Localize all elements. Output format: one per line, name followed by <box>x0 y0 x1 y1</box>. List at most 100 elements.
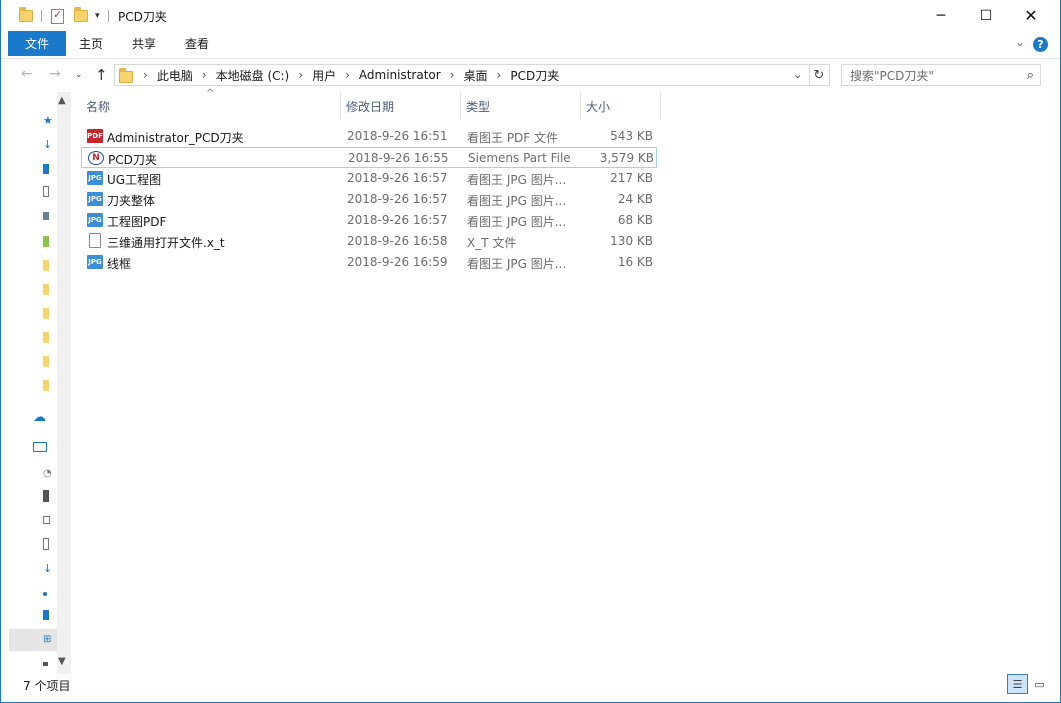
file-size: 543 KB <box>610 129 653 143</box>
file-date: 2018-9-26 16:57 <box>347 192 448 206</box>
large-icons-view-button[interactable]: ▭ <box>1029 674 1050 694</box>
jpg-icon: JPG <box>87 255 103 269</box>
column-header-date[interactable]: 修改日期 <box>341 92 461 120</box>
column-header-size[interactable]: 大小 <box>581 92 661 120</box>
document-icon[interactable] <box>43 186 49 197</box>
file-type: 看图王 PDF 文件 <box>467 131 559 145</box>
properties-icon[interactable] <box>51 8 64 24</box>
breadcrumb-current-folder[interactable]: PCD刀夹 <box>510 67 559 84</box>
customize-toolbar-icon[interactable]: ▾ <box>95 11 100 21</box>
nav-scrollbar[interactable] <box>57 92 71 674</box>
pictures-icon[interactable] <box>43 212 49 220</box>
desktop-icon[interactable] <box>43 164 49 174</box>
drive-icon[interactable] <box>43 236 49 247</box>
details-view-button[interactable]: ☰ <box>1007 674 1028 694</box>
file-row[interactable]: 三维通用打开文件.x_t 2018-9-26 16:58 X_T 文件 130 … <box>81 231 657 252</box>
chevron-right-icon[interactable]: › <box>298 68 303 82</box>
file-row[interactable]: PDF Administrator_PCD刀夹 2018-9-26 16:51 … <box>81 126 657 147</box>
file-row[interactable]: JPG 线框 2018-9-26 16:59 看图王 JPG 图片... 16 … <box>81 252 657 273</box>
drive-icon[interactable] <box>43 662 48 666</box>
tab-view[interactable]: 查看 <box>175 31 219 56</box>
file-size: 16 KB <box>617 255 653 269</box>
help-icon[interactable]: ? <box>1033 37 1048 52</box>
file-size: 3,579 KB <box>599 151 654 165</box>
breadcrumb-desktop[interactable]: 桌面 <box>464 67 488 84</box>
address-bar[interactable]: › 此电脑 › 本地磁盘 (C:) › 用户 › Administrator ›… <box>114 64 810 86</box>
refresh-button[interactable]: ↻ <box>809 64 830 86</box>
column-header-name[interactable]: 名称 <box>81 92 341 120</box>
folder-icon[interactable] <box>43 260 49 271</box>
navigation-pane[interactable]: ★ ↓ ☁ ◔ ↓ ⊞ ▲ ▼ <box>9 92 71 674</box>
explorer-window: ▾ PCD刀夹 ─ ☐ ✕ 文件 主页 共享 查看 ⌄ ? ← → ⌄ ↑ › … <box>0 0 1061 703</box>
folder-icon[interactable] <box>43 380 49 391</box>
download-icon[interactable]: ↓ <box>43 138 53 151</box>
chevron-right-icon[interactable]: › <box>143 68 148 82</box>
file-name: 工程图PDF <box>107 215 167 229</box>
document-icon <box>89 233 101 248</box>
file-date: 2018-9-26 16:57 <box>347 213 448 227</box>
file-row[interactable]: JPG UG工程图 2018-9-26 16:57 看图王 JPG 图片... … <box>81 168 657 189</box>
windows-drive-icon[interactable]: ⊞ <box>43 634 53 646</box>
up-arrow-icon[interactable]: ↑ <box>95 66 108 84</box>
document-icon[interactable] <box>43 538 49 550</box>
breadcrumb-administrator[interactable]: Administrator <box>359 68 441 82</box>
forward-arrow-icon[interactable]: → <box>49 66 61 82</box>
file-name: UG工程图 <box>107 173 162 187</box>
file-name: 三维通用打开文件.x_t <box>107 236 225 250</box>
recent-locations-icon[interactable]: ⌄ <box>75 70 83 80</box>
file-date: 2018-9-26 16:55 <box>348 151 449 165</box>
quick-access-toolbar: ▾ <box>19 6 109 26</box>
breadcrumb-this-pc[interactable]: 此电脑 <box>157 67 193 84</box>
new-folder-icon[interactable] <box>74 7 88 22</box>
back-arrow-icon[interactable]: ← <box>21 66 33 82</box>
this-pc-icon[interactable] <box>33 442 47 452</box>
address-row: ← → ⌄ ↑ › 此电脑 › 本地磁盘 (C:) › 用户 › Adminis… <box>1 58 1060 90</box>
expand-ribbon-icon[interactable]: ⌄ <box>1015 35 1025 49</box>
tab-file[interactable]: 文件 <box>8 31 66 56</box>
file-type: 看图王 JPG 图片... <box>467 215 567 229</box>
chevron-right-icon[interactable]: › <box>450 68 455 82</box>
file-name: Administrator_PCD刀夹 <box>107 131 244 145</box>
ribbon-tabs: 文件 主页 共享 查看 ⌄ ? <box>1 31 1060 56</box>
chevron-right-icon[interactable]: › <box>497 68 502 82</box>
folder-icon[interactable] <box>43 284 49 295</box>
close-button[interactable]: ✕ <box>1008 0 1054 31</box>
breadcrumb-local-disk[interactable]: 本地磁盘 (C:) <box>216 67 290 84</box>
chevron-right-icon[interactable]: › <box>345 68 350 82</box>
toolbar-divider <box>107 10 109 22</box>
file-row[interactable]: JPG 工程图PDF 2018-9-26 16:57 看图王 JPG 图片...… <box>81 210 657 231</box>
file-row[interactable]: JPG 刀夹整体 2018-9-26 16:57 看图王 JPG 图片... 2… <box>81 189 657 210</box>
search-placeholder: 搜索"PCD刀夹" <box>850 68 934 83</box>
scroll-down-arrow-icon[interactable]: ▼ <box>58 656 66 667</box>
pictures-icon[interactable] <box>43 516 50 524</box>
column-header-type[interactable]: 类型 <box>461 92 581 120</box>
scroll-up-arrow-icon[interactable]: ▲ <box>58 95 66 106</box>
onedrive-cloud-icon[interactable]: ☁ <box>33 410 49 425</box>
tab-share[interactable]: 共享 <box>122 31 166 56</box>
folder-icon[interactable] <box>43 308 49 319</box>
music-icon[interactable] <box>43 592 47 596</box>
quick-access-star-icon[interactable]: ★ <box>43 114 53 127</box>
network-drive-icon[interactable]: ◔ <box>43 468 53 480</box>
tab-home[interactable]: 主页 <box>69 31 113 56</box>
maximize-button[interactable]: ☐ <box>963 0 1009 31</box>
folder-icon[interactable] <box>43 356 49 367</box>
file-row-selected[interactable]: N PCD刀夹 2018-9-26 16:55 Siemens Part Fil… <box>81 147 657 168</box>
breadcrumb-users[interactable]: 用户 <box>312 67 336 84</box>
file-size: 130 KB <box>610 234 653 248</box>
search-input[interactable]: 搜索"PCD刀夹" ⌕ <box>841 64 1041 86</box>
address-dropdown-icon[interactable]: ⌄ <box>793 68 802 81</box>
minimize-button[interactable]: ─ <box>918 0 964 31</box>
file-type: Siemens Part File <box>468 151 571 165</box>
file-size: 68 KB <box>617 213 653 227</box>
file-date: 2018-9-26 16:58 <box>347 234 448 248</box>
jpg-icon: JPG <box>87 192 103 206</box>
download-icon[interactable]: ↓ <box>43 562 53 575</box>
desktop-icon[interactable] <box>43 610 49 620</box>
chevron-right-icon[interactable]: › <box>202 68 207 82</box>
toolbar-divider <box>41 10 42 22</box>
file-type: 看图王 JPG 图片... <box>467 194 567 208</box>
file-type: 看图王 JPG 图片... <box>467 173 567 187</box>
folder-icon[interactable] <box>43 332 49 343</box>
video-icon[interactable] <box>43 490 49 502</box>
